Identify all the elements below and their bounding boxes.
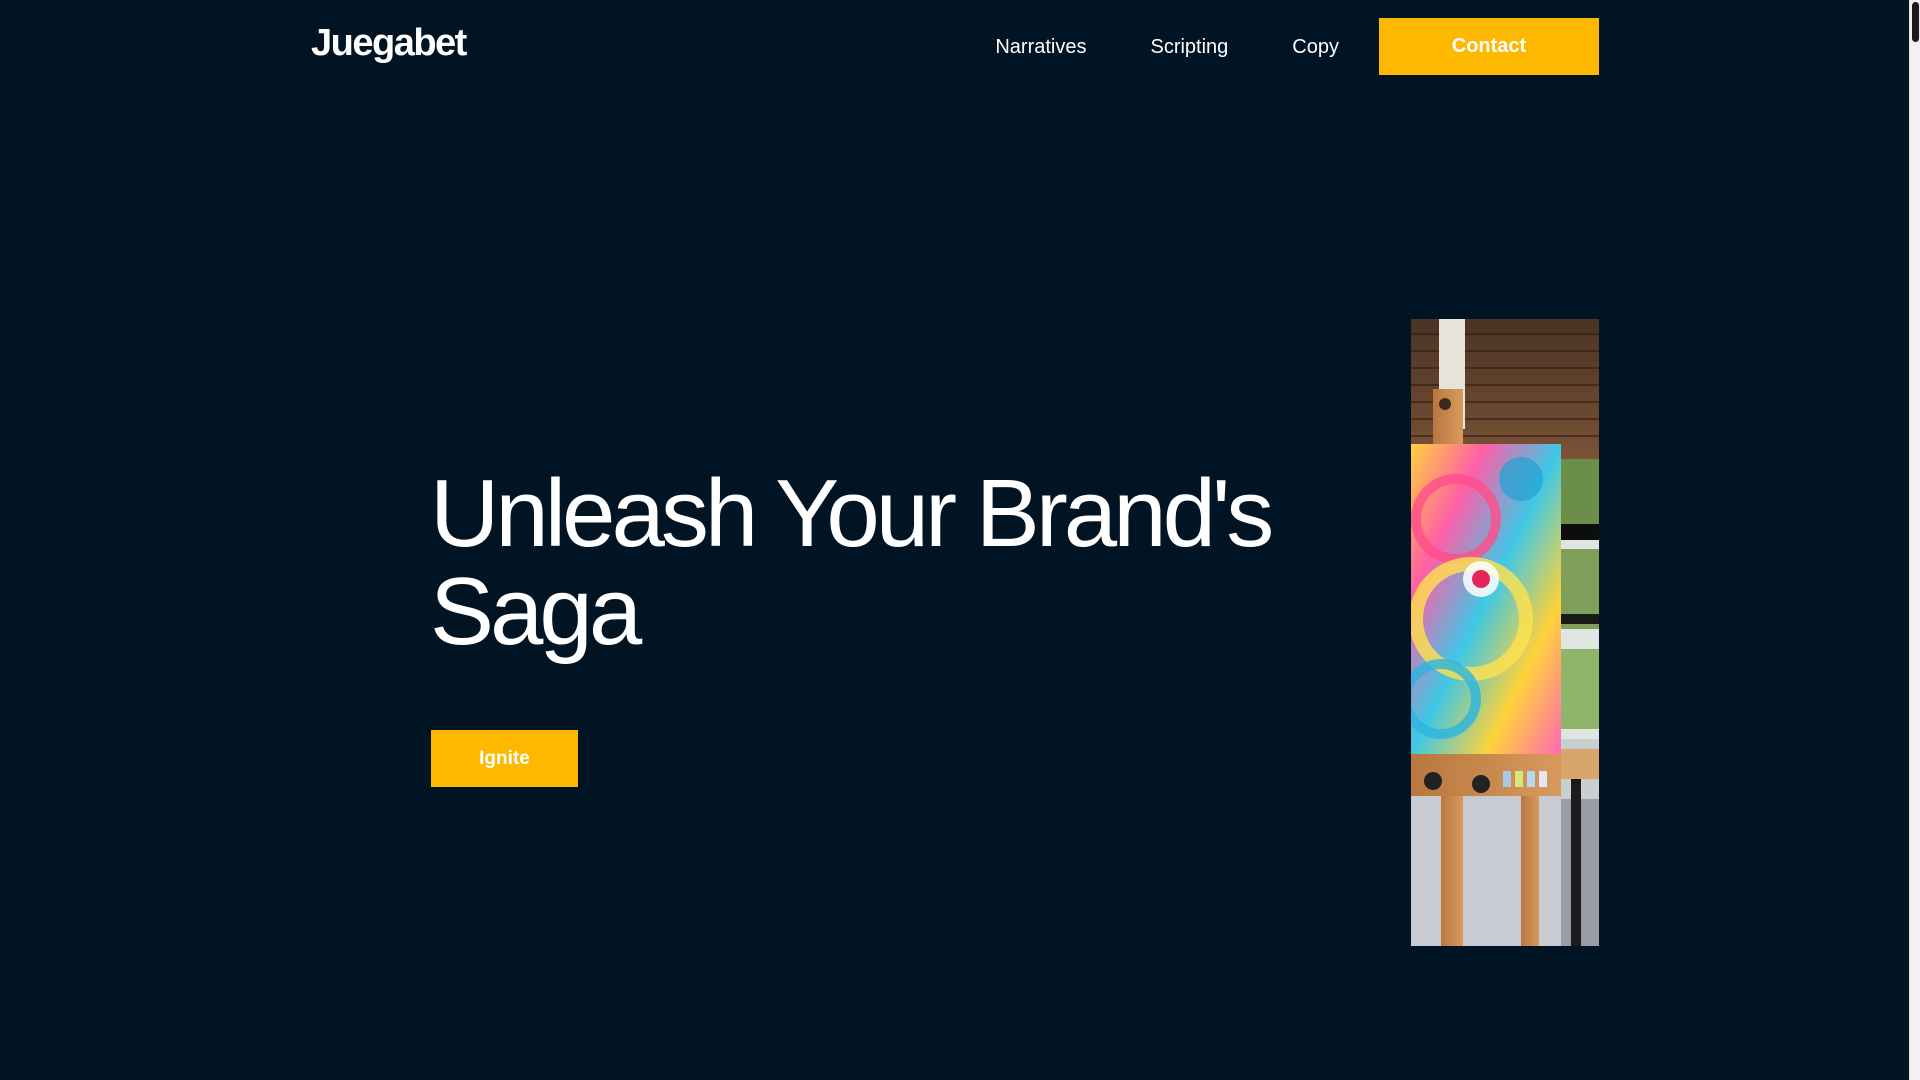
- main-nav: Narratives Scripting Copy Contact: [995, 18, 1599, 75]
- ignite-button[interactable]: Ignite: [431, 730, 578, 787]
- hero-title: Unleash Your Brand's Saga: [430, 465, 1330, 661]
- nav-link-narratives[interactable]: Narratives: [995, 19, 1086, 75]
- page-scrollbar[interactable]: [1909, 0, 1920, 1080]
- contact-button[interactable]: Contact: [1379, 18, 1599, 75]
- hero-title-line-1: Unleash Your Brand's: [430, 460, 1274, 567]
- landing-page: Juegabet Narratives Scripting Copy Conta…: [0, 0, 1920, 1080]
- nav-link-copy[interactable]: Copy: [1292, 19, 1339, 75]
- easel-painting-photo-icon: [1411, 319, 1599, 946]
- scrollbar-thumb[interactable]: [1912, 2, 1919, 42]
- hero-title-line-2: Saga: [430, 558, 642, 665]
- nav-link-scripting[interactable]: Scripting: [1150, 19, 1228, 75]
- brand-logo[interactable]: Juegabet: [311, 22, 467, 65]
- hero-image: [1411, 319, 1599, 946]
